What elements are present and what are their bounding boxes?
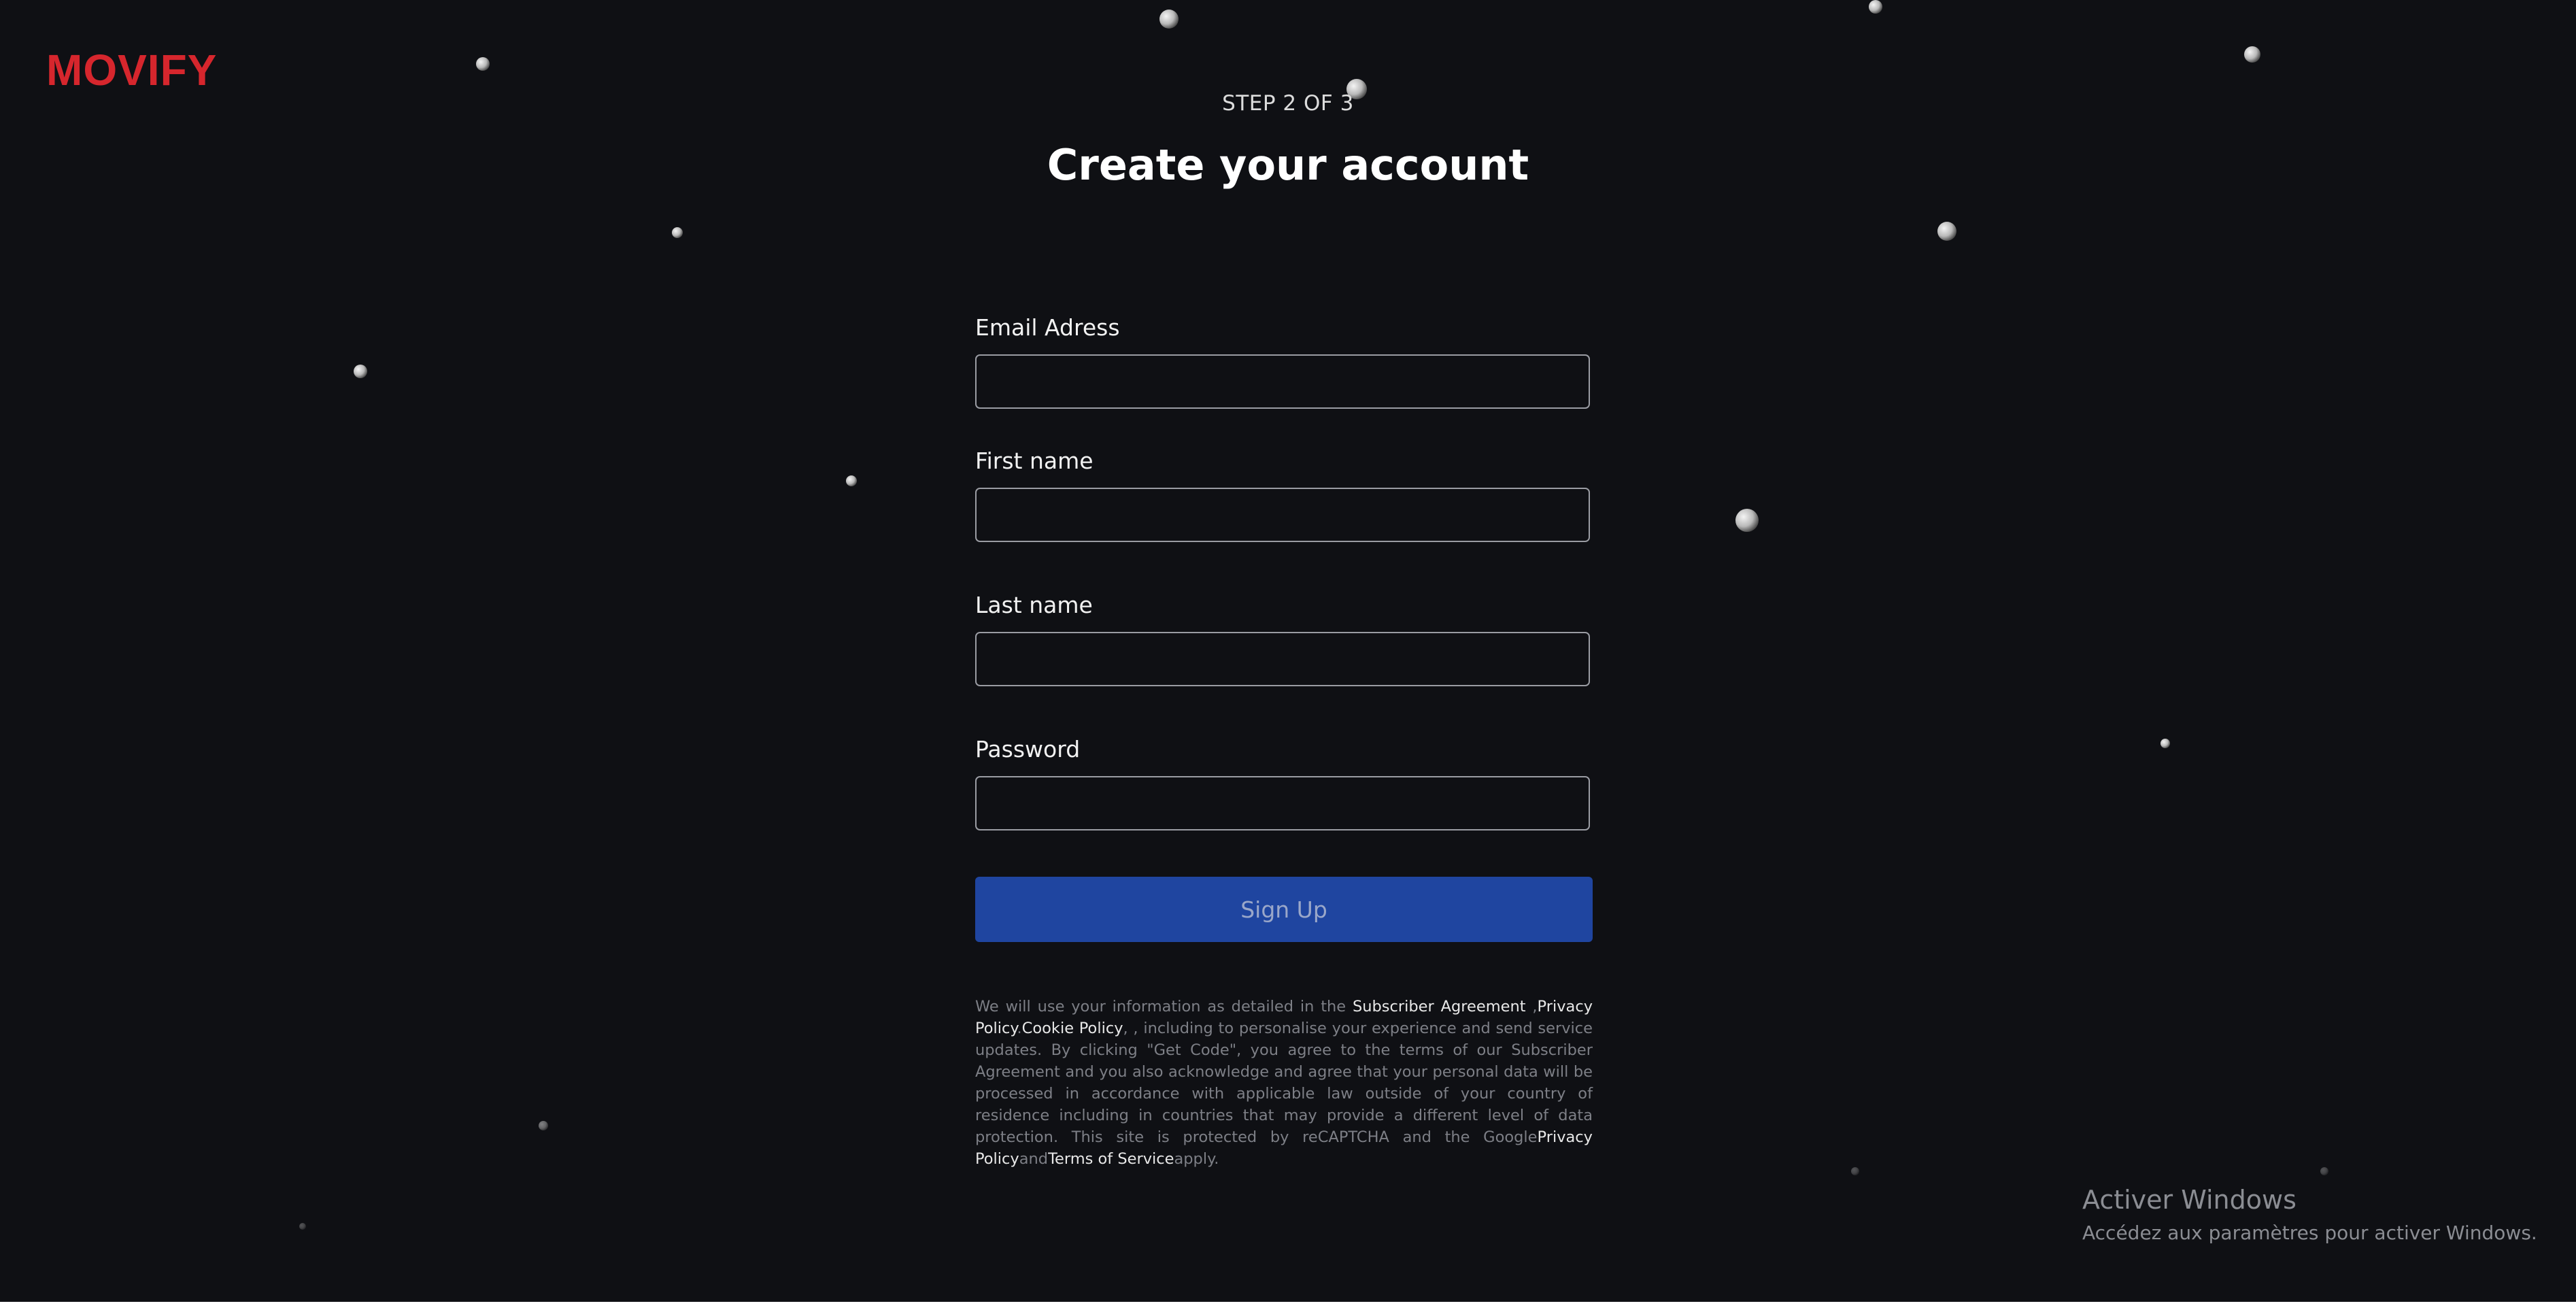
sign-up-button[interactable]: Sign Up [975,877,1593,942]
background-orb [2160,739,2170,748]
windows-activation-title: Activer Windows [2082,1185,2297,1215]
last-name-field[interactable] [975,632,1590,686]
background-orb [476,57,490,71]
background-orb [1851,1167,1859,1175]
background-orb [1159,10,1179,29]
legal-notice: We will use your information as detailed… [975,996,1593,1170]
legal-text: . [1017,1020,1022,1037]
legal-text: apply. [1174,1150,1219,1168]
background-orb [2244,46,2260,63]
background-orb [846,475,857,486]
terms-of-service-link[interactable]: Terms of Service [1048,1150,1174,1168]
email-label: Email Adress [975,314,1120,341]
password-label: Password [975,736,1081,762]
background-orb [1735,509,1759,532]
page-title: Create your account [1047,140,1529,190]
background-orb [354,365,367,378]
movify-logo[interactable]: MOVIFY [46,45,217,95]
legal-text: We will use your information as detailed… [975,998,1353,1015]
background-orb [1937,222,1956,241]
first-name-field[interactable] [975,488,1590,542]
first-name-label: First name [975,448,1094,474]
password-field[interactable] [975,776,1590,830]
last-name-label: Last name [975,592,1093,618]
background-orb [539,1121,548,1130]
bottom-edge [0,1302,2576,1310]
legal-text: and [1019,1150,1049,1168]
step-indicator: STEP 2 OF 3 [1222,91,1354,116]
email-field[interactable] [975,354,1590,409]
signup-page: MOVIFY STEP 2 OF 3 Create your account E… [0,0,2576,1310]
legal-text: , [1525,998,1538,1015]
background-orb [2320,1167,2328,1175]
subscriber-agreement-link[interactable]: Subscriber Agreement [1353,998,1526,1015]
legal-text: , , including to personalise your experi… [975,1020,1593,1146]
windows-activation-subtitle: Accédez aux paramètres pour activer Wind… [2082,1222,2537,1244]
cookie-policy-link[interactable]: Cookie Policy [1022,1020,1123,1037]
background-orb [1869,0,1882,14]
background-orb [672,227,683,238]
background-orb [299,1223,306,1230]
